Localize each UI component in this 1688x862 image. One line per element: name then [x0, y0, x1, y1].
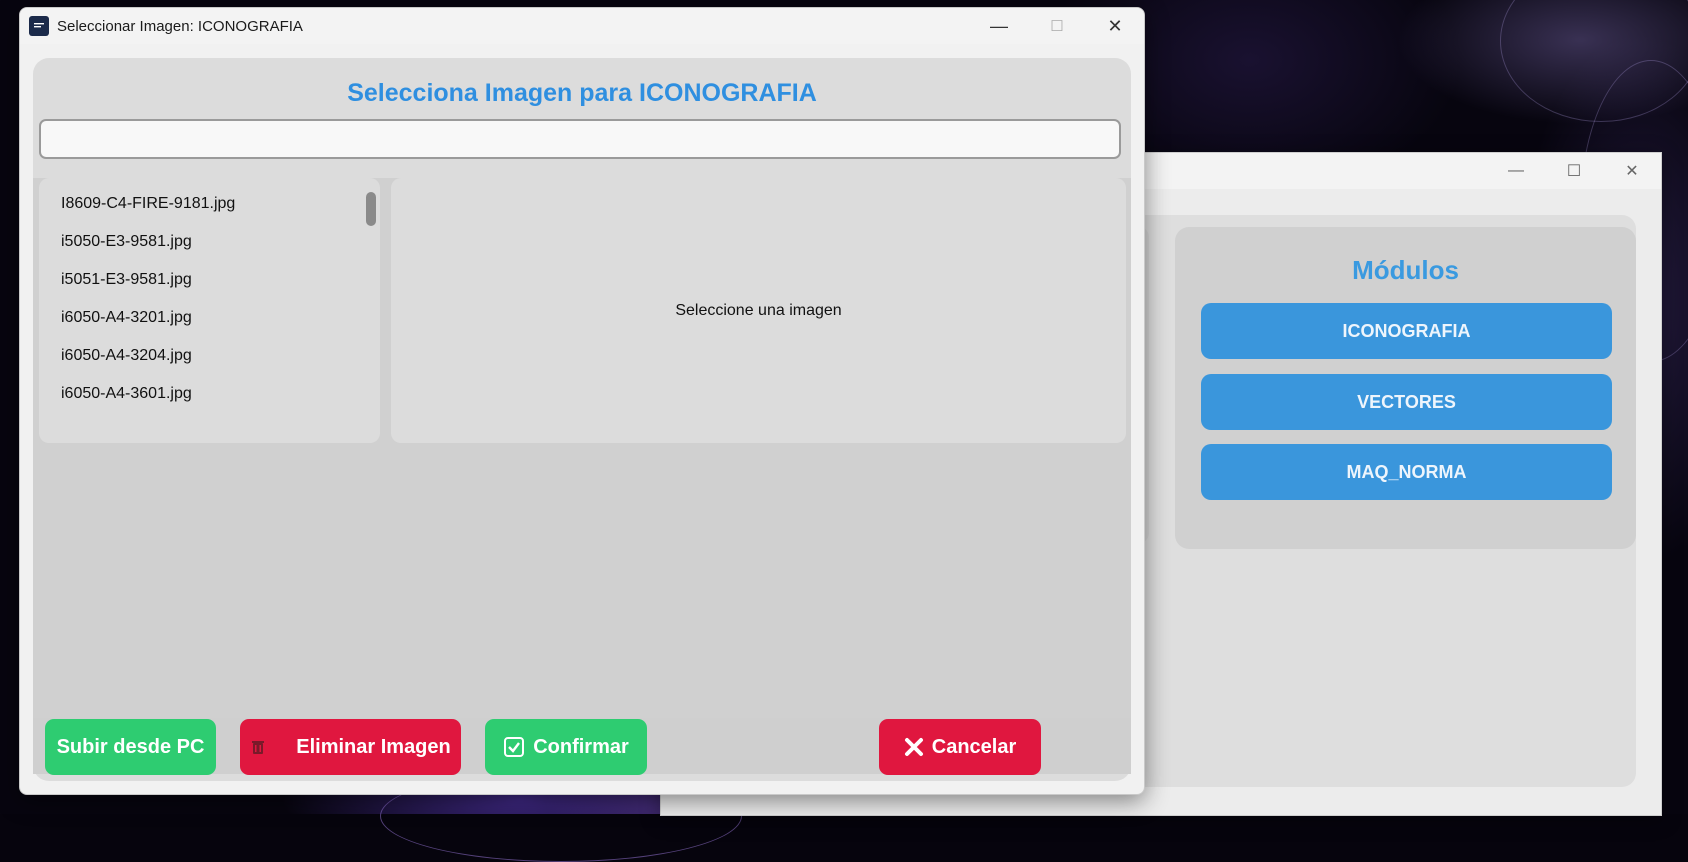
titlebar[interactable]: Seleccionar Imagen: ICONOGRAFIA — ☐ ✕	[20, 8, 1144, 44]
list-item[interactable]: I8609-C4-FIRE-9181.jpg	[61, 195, 235, 213]
minimize-icon[interactable]: —	[970, 8, 1028, 44]
file-list[interactable]: I8609-C4-FIRE-9181.jpg i5050-E3-9581.jpg…	[39, 178, 380, 443]
modules-title: Módulos	[1352, 255, 1459, 285]
page-title: Selecciona Imagen para ICONOGRAFIA	[347, 79, 817, 107]
content-area: I8609-C4-FIRE-9181.jpg i5050-E3-9581.jpg…	[33, 178, 1131, 743]
app-icon	[29, 16, 49, 36]
list-item[interactable]: i6050-A4-3201.jpg	[61, 309, 192, 327]
module-button-vectores[interactable]: VECTORES	[1201, 374, 1612, 430]
cancel-button[interactable]: Cancelar	[879, 719, 1041, 775]
list-item[interactable]: i5051-E3-9581.jpg	[61, 271, 192, 289]
cancel-button-label: Cancelar	[931, 735, 1017, 758]
close-icon[interactable]: ✕	[1603, 153, 1661, 189]
button-bar: Subir desde PC Eliminar Imagen Confirmar…	[33, 718, 1131, 775]
checkbox-icon	[503, 736, 525, 758]
image-preview: Seleccione una imagen	[391, 178, 1126, 443]
delete-button-label: Eliminar Imagen	[296, 735, 451, 758]
list-item[interactable]: i6050-A4-3601.jpg	[61, 385, 192, 403]
modules-panel: Módulos ICONOGRAFIA VECTORES MAQ_NORMA	[1175, 227, 1636, 549]
list-item[interactable]: i6050-A4-3204.jpg	[61, 347, 192, 365]
maximize-icon[interactable]: ☐	[1545, 153, 1603, 189]
upload-button-label: Subir desde PC	[56, 735, 205, 758]
x-icon	[904, 737, 924, 757]
maximize-icon[interactable]: ☐	[1028, 8, 1086, 44]
trash-icon	[250, 739, 266, 755]
upload-button[interactable]: Subir desde PC	[45, 719, 216, 775]
minimize-icon[interactable]: —	[1487, 153, 1545, 189]
select-image-dialog[interactable]: Seleccionar Imagen: ICONOGRAFIA — ☐ ✕ Se…	[19, 7, 1145, 795]
confirm-button-label: Confirmar	[533, 735, 629, 758]
window-title: Seleccionar Imagen: ICONOGRAFIA	[57, 17, 303, 35]
preview-placeholder: Seleccione una imagen	[675, 302, 842, 319]
scrollbar-thumb[interactable]	[366, 192, 376, 226]
delete-image-button[interactable]: Eliminar Imagen	[240, 719, 461, 775]
module-button-maq-norma[interactable]: MAQ_NORMA	[1201, 444, 1612, 500]
search-input[interactable]	[39, 119, 1121, 159]
dialog-body: Selecciona Imagen para ICONOGRAFIA I8609…	[33, 58, 1131, 781]
module-button-iconografia[interactable]: ICONOGRAFIA	[1201, 303, 1612, 359]
confirm-button[interactable]: Confirmar	[485, 719, 647, 775]
list-item[interactable]: i5050-E3-9581.jpg	[61, 233, 192, 251]
close-icon[interactable]: ✕	[1086, 8, 1144, 44]
